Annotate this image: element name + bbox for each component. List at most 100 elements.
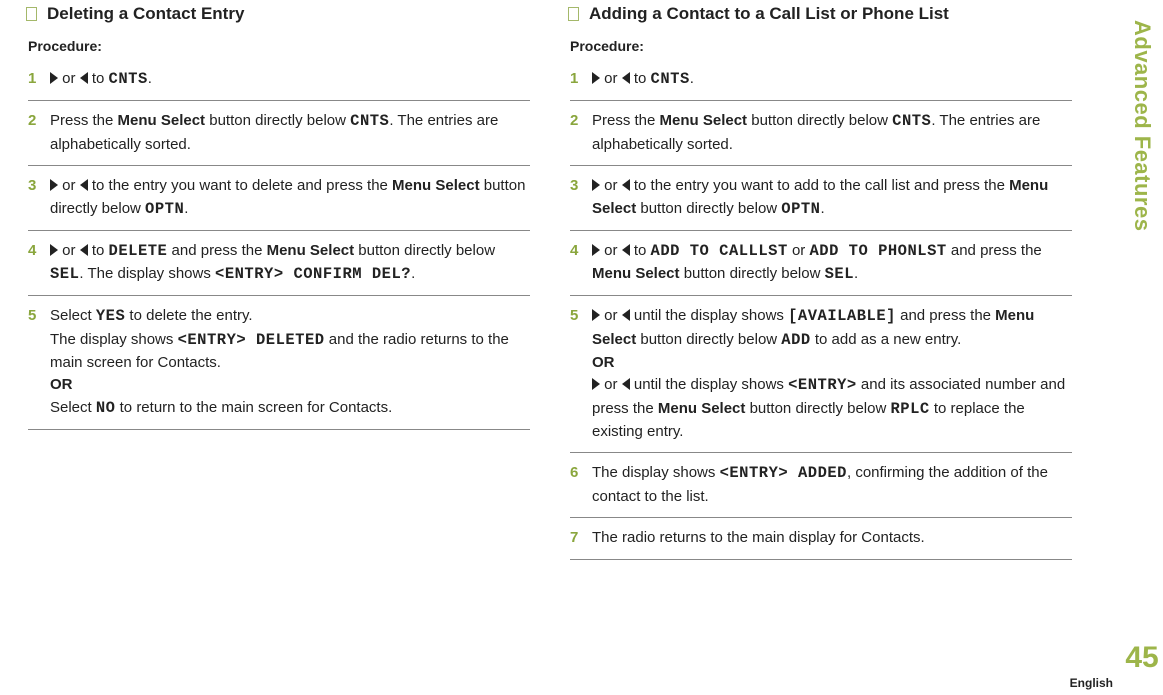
arrow-left-icon [80,244,88,256]
step-num: 2 [570,110,578,133]
bookmark-icon [26,7,37,21]
lcd: CNTS [651,70,690,88]
arrow-right-icon [592,244,600,256]
t: button directly below [636,200,781,217]
t: to the entry you want to add to the call… [630,177,1009,194]
step: 5 or until the display shows [AVAILABLE]… [570,296,1072,453]
step: 3 or to the entry you want to delete and… [28,166,530,231]
lcd: ADD TO CALLLST [651,242,788,260]
lcd: CNTS [109,70,148,88]
lcd: RPLC [890,400,929,418]
lcd: SEL [825,265,854,283]
arrow-right-icon [592,179,600,191]
b: Menu Select [392,177,480,194]
t: to [630,242,651,259]
b: OR [592,354,615,371]
arrow-right-icon [50,72,58,84]
lcd: <ENTRY> DELETED [178,331,325,349]
section-title-right: Adding a Contact to a Call List or Phone… [570,4,1072,24]
arrow-right-icon [592,309,600,321]
t: to return to the main screen for Contact… [115,399,392,416]
step: 4 or to ADD TO CALLLST or ADD TO PHONLST… [570,231,1072,297]
t: or [600,242,622,259]
lcd: CNTS [892,112,931,130]
step-num: 7 [570,527,578,550]
lcd: ADD TO PHONLST [809,242,946,260]
sidebar: Advanced Features 45 [1125,20,1159,675]
t: until the display shows [630,307,788,324]
step-num: 6 [570,462,578,485]
step: 1 or to CNTS. [28,66,530,101]
lcd: SEL [50,265,79,283]
lcd: <ENTRY> [788,376,857,394]
section-title-left: Deleting a Contact Entry [28,4,530,24]
step: 2 Press the Menu Select button directly … [570,101,1072,166]
step-num: 2 [28,110,36,133]
step: 5 Select YES to delete the entry. The di… [28,296,530,430]
t: Press the [50,112,118,129]
lcd: ADD [781,331,810,349]
t: to the entry you want to delete and pres… [88,177,392,194]
t: or [58,242,80,259]
b: Menu Select [267,242,355,259]
t: or [600,70,622,87]
t: and press the [167,242,266,259]
procedure-label: Procedure: [28,38,530,54]
arrow-right-icon [592,72,600,84]
b: Menu Select [660,112,748,129]
arrow-left-icon [80,179,88,191]
step-num: 4 [570,240,578,263]
t: . [854,265,858,282]
step: 4 or to DELETE and press the Menu Select… [28,231,530,297]
lcd: <ENTRY> CONFIRM DEL? [215,265,411,283]
step-num: 3 [570,175,578,198]
t: until the display shows [630,376,788,393]
b: Menu Select [592,265,680,282]
lcd: [AVAILABLE] [788,307,896,325]
step: 3 or to the entry you want to add to the… [570,166,1072,231]
t: Select [50,399,96,416]
t: or [788,242,810,259]
step-num: 1 [28,68,36,91]
lcd: NO [96,399,116,417]
t: or [600,376,622,393]
t: to add as a new entry. [811,331,962,348]
lcd: CNTS [350,112,389,130]
step-num: 4 [28,240,36,263]
lcd: DELETE [109,242,168,260]
step: 2 Press the Menu Select button directly … [28,101,530,166]
title-text: Deleting a Contact Entry [47,4,244,24]
page-number: 45 [1125,641,1158,675]
t: Select [50,307,96,324]
step: 1 or to CNTS. [570,66,1072,101]
sidebar-chapter: Advanced Features [1129,20,1155,231]
language-label: English [1070,676,1113,690]
arrow-right-icon [50,179,58,191]
t: button directly below [680,265,825,282]
lcd: OPTN [781,200,820,218]
arrow-left-icon [622,309,630,321]
title-text: Adding a Contact to a Call List or Phone… [589,4,949,24]
step: 7 The radio returns to the main display … [570,518,1072,560]
arrow-left-icon [622,378,630,390]
t: The display shows [50,331,178,348]
t: The display shows [592,464,720,481]
procedure-label: Procedure: [570,38,1072,54]
bookmark-icon [568,7,579,21]
t: to delete the entry. [125,307,252,324]
lcd: OPTN [145,200,184,218]
step-num: 5 [28,305,36,328]
lcd: <ENTRY> ADDED [720,464,847,482]
t: and press the [896,307,995,324]
step-num: 1 [570,68,578,91]
t: or [58,70,80,87]
b: Menu Select [118,112,206,129]
steps-right: 1 or to CNTS. 2 Press the Menu Select bu… [570,66,1072,560]
arrow-left-icon [80,72,88,84]
lcd: YES [96,307,125,325]
step-num: 5 [570,305,578,328]
steps-left: 1 or to CNTS. 2 Press the Menu Select bu… [28,66,530,430]
t: and press the [947,242,1042,259]
t: button directly below [747,112,892,129]
arrow-left-icon [622,244,630,256]
